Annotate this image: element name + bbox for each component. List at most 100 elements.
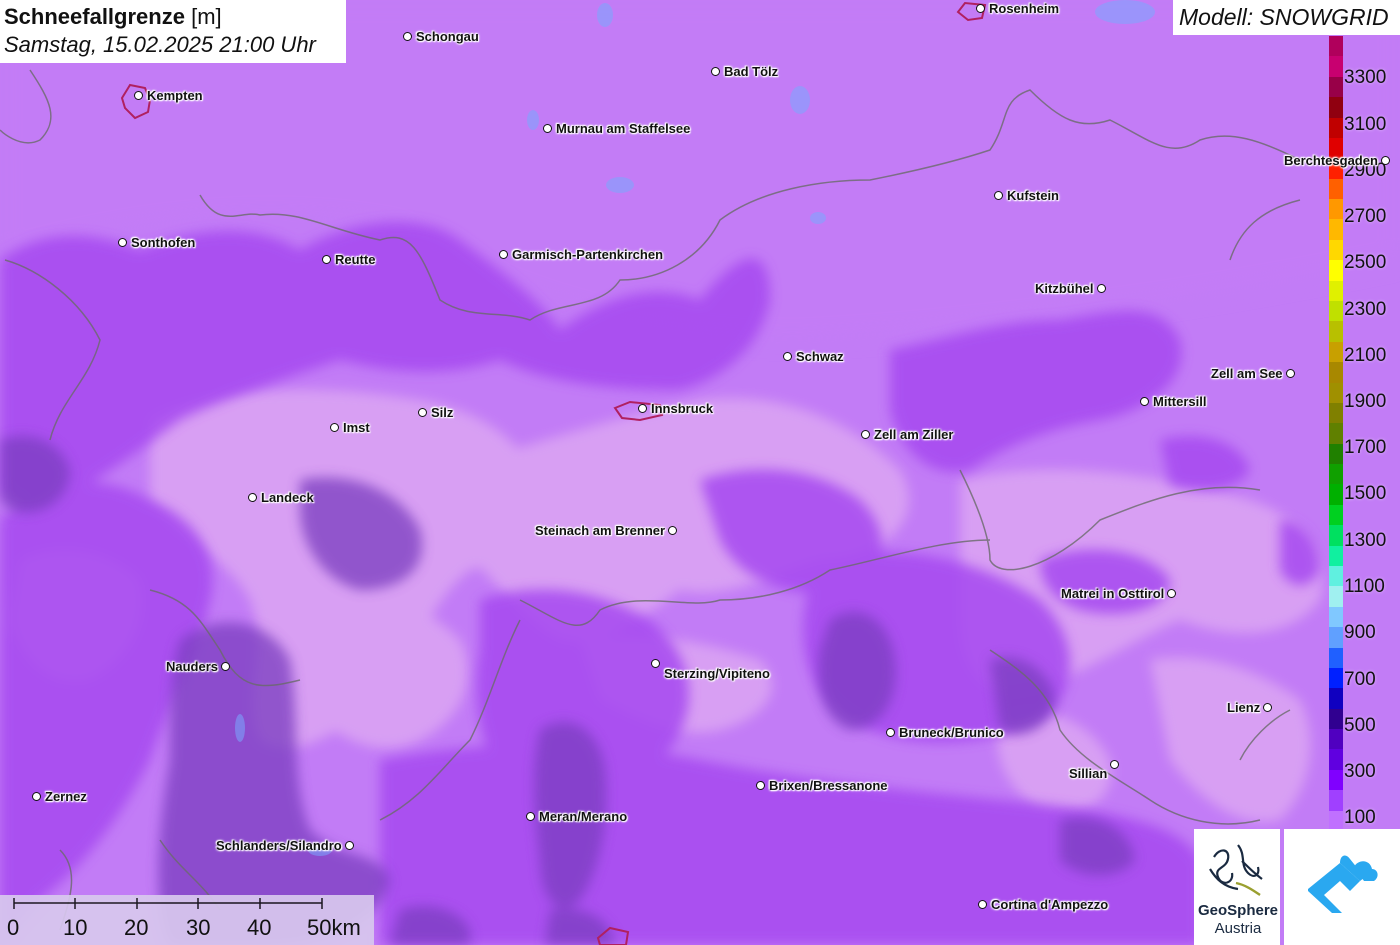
scale-tick-30: 30 [186,915,211,940]
legend-label: 2500 [1344,252,1387,273]
city-marker[interactable] [322,255,331,264]
scale-tick-50: 50km [307,915,361,940]
legend-label: 900 [1344,622,1376,643]
city-label: Innsbruck [651,401,714,416]
city-label: Landeck [261,490,314,505]
city-label: Zernez [45,789,87,804]
city-marker[interactable] [994,191,1003,200]
title-main: Schneefallgrenze [4,4,185,29]
city-marker[interactable] [1381,156,1390,165]
legend-color-step [1329,362,1343,384]
legend-color-step [1329,504,1343,526]
legend-color-step [1329,260,1343,282]
city-label: Zell am Ziller [874,427,954,442]
legend-color-step [1329,606,1343,628]
legend-color-step [1329,586,1343,608]
city-marker[interactable] [1110,760,1119,769]
city-marker[interactable] [1286,369,1295,378]
city-label: Mittersill [1153,394,1207,409]
city-marker[interactable] [248,493,257,502]
legend-color-step [1329,464,1343,485]
city-marker[interactable] [32,792,41,801]
city-label: Zell am See [1211,366,1283,381]
city-label: Murnau am Staffelsee [556,121,691,136]
city-marker[interactable] [756,781,765,790]
city-marker[interactable] [886,728,895,737]
legend-color-step [1329,76,1343,98]
legend-color-step [1329,56,1343,78]
legend-label: 1300 [1344,530,1387,551]
city-label: Sterzing/Vipiteno [664,666,770,681]
city-label: Sonthofen [131,235,196,250]
snowgrid-logo-icon [1308,855,1378,913]
city-label: Schwaz [796,349,844,364]
city-marker[interactable] [499,250,508,259]
legend-label: 100 [1344,807,1376,828]
city-marker[interactable] [861,430,870,439]
legend-color-step [1329,341,1343,363]
city-label: Schongau [416,29,479,44]
title-box: Schneefallgrenze [m] Samstag, 15.02.2025… [0,0,346,63]
scale-tick-20: 20 [124,915,149,940]
legend-color-step [1329,301,1343,322]
model-label: Modell: SNOWGRID [1173,0,1400,35]
city-marker[interactable] [418,408,427,417]
legend-label: 2100 [1344,345,1387,366]
city-label: Bruneck/Brunico [899,725,1004,740]
city-marker[interactable] [783,352,792,361]
city-label: Berchtesgaden [1284,153,1378,168]
city-marker[interactable] [403,32,412,41]
map-datetime: Samstag, 15.02.2025 21:00 Uhr [4,32,316,57]
city-label: Meran/Merano [539,809,628,824]
city-marker[interactable] [638,404,647,413]
legend-color-step [1329,178,1343,200]
legend-label: 3300 [1344,67,1387,88]
geosphere-country: Austria [1214,920,1262,937]
city-label: Lienz [1227,700,1261,715]
legend-color-step [1329,790,1343,812]
snowfall-limit-map[interactable] [0,0,1400,945]
legend-color-step [1329,729,1343,750]
city-marker[interactable] [1263,703,1272,712]
legend-label: 500 [1344,715,1376,736]
city-marker[interactable] [1167,589,1176,598]
snowgrid-logo[interactable] [1284,829,1400,945]
legend-color-step [1329,199,1343,220]
city-label: Cortina d'Ampezzo [991,897,1109,912]
legend-label: 300 [1344,761,1376,782]
city-label: Kufstein [1007,188,1059,203]
legend-color-step [1329,667,1343,689]
legend-label: 2700 [1344,206,1387,227]
city-marker[interactable] [118,238,127,247]
city-marker[interactable] [651,659,660,668]
legend-color-step [1329,321,1343,343]
city-label: Rosenheim [989,1,1060,16]
city-label: Steinach am Brenner [535,523,666,538]
city-marker[interactable] [221,662,230,671]
map-title: Schneefallgrenze [m] [4,3,342,31]
legend-label: 2300 [1344,299,1387,320]
city-marker[interactable] [711,67,720,76]
city-marker[interactable] [134,91,143,100]
scale-tick-0: 0 [7,915,20,940]
legend-color-step [1329,219,1343,241]
legend-color-step [1329,647,1343,669]
legend-color-step [1329,769,1343,791]
legend-color-step [1329,545,1343,567]
city-marker[interactable] [1097,284,1106,293]
city-label: Matrei in Osttirol [1061,586,1165,601]
city-marker[interactable] [330,423,339,432]
legend-color-step [1329,525,1343,547]
legend-label: 700 [1344,669,1376,690]
city-marker[interactable] [543,124,552,133]
city-marker[interactable] [345,841,354,850]
city-marker[interactable] [978,900,987,909]
city-marker[interactable] [668,526,677,535]
legend-color-step [1329,688,1343,710]
city-marker[interactable] [526,812,535,821]
legend-color-step [1329,566,1343,587]
geosphere-logo-icon [1209,844,1263,896]
city-marker[interactable] [1140,397,1149,406]
city-label: Nauders [166,659,219,674]
city-marker[interactable] [976,4,985,13]
